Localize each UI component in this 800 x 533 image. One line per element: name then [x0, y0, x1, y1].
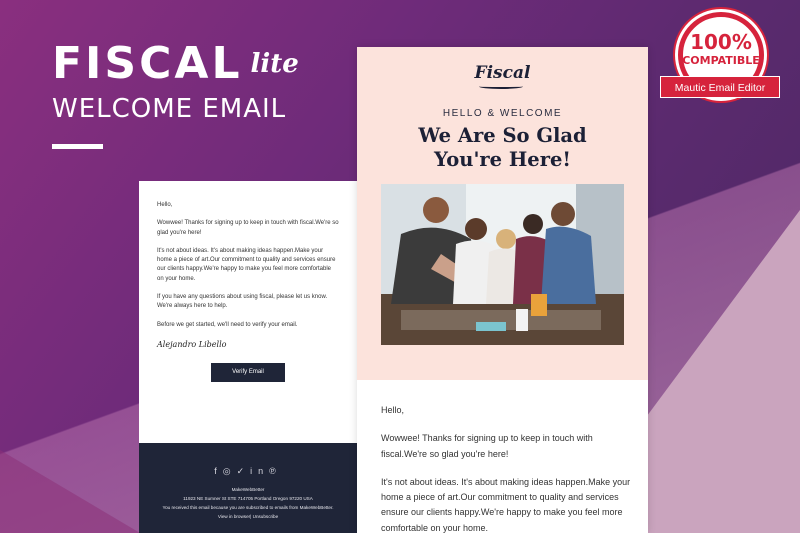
hero-title-line: We Are So Glad — [418, 124, 587, 147]
email-paragraph: It's not about ideas. It's about making … — [157, 247, 336, 282]
email-paragraph: It's not about ideas. It's about making … — [381, 476, 631, 533]
twitter-icon[interactable]: ✓ — [237, 466, 251, 476]
fiscal-logo: Fiscal — [474, 63, 531, 83]
footer-links[interactable]: View in browser| Unsubscribe — [139, 514, 357, 519]
email-paragraph: Wowwee! Thanks for signing up to keep in… — [381, 433, 593, 459]
email-paragraph: If you have any questions about using fi… — [157, 294, 328, 310]
email-preview-plain: Hello, Wowwee! Thanks for signing up to … — [139, 181, 357, 533]
footer-company: MakeWebBetter — [231, 487, 265, 492]
badge-percent: 100% — [690, 30, 752, 54]
email-paragraph: Before we get started, we'll need to ver… — [157, 321, 298, 328]
verify-email-button[interactable]: Verify Email — [211, 362, 285, 382]
brand-edition: lite — [250, 49, 299, 79]
brand-divider — [52, 144, 103, 149]
compatibility-badge: 100% COMPATIBLE Mautic Email Editor — [660, 10, 780, 110]
footer-address: 11923 NE Sumner St STE 714705 Portland O… — [183, 496, 313, 501]
social-icons: f◎✓in℗ — [139, 466, 357, 477]
email-preview-styled: Fiscal HELLO & WELCOME We Are So Glad Yo… — [357, 47, 648, 533]
instagram-icon[interactable]: ◎ — [223, 466, 237, 476]
brand-subtitle: WELCOME EMAIL — [52, 94, 287, 124]
team-photo-illustration — [381, 184, 624, 345]
logo-swoosh — [479, 84, 523, 89]
hello-welcome-label: HELLO & WELCOME — [442, 108, 563, 119]
email-greeting: Hello, — [157, 202, 173, 208]
badge-ribbon: Mautic Email Editor — [660, 76, 780, 98]
email-footer: f◎✓in℗ MakeWebBetter 11923 NE Sumner St … — [139, 443, 357, 533]
signature: Alejandro Libello — [157, 339, 227, 349]
hero-title-line: You're Here! — [434, 148, 571, 171]
facebook-icon[interactable]: f — [214, 466, 223, 476]
footer-notice: You received this email because you are … — [162, 505, 334, 510]
pinterest-icon[interactable]: ℗ — [269, 466, 282, 476]
email-greeting: Hello, — [381, 405, 405, 415]
brand-name: FISCAL — [52, 38, 243, 89]
hero-title: We Are So Glad You're Here! — [357, 124, 648, 172]
linkedin-icon[interactable]: in — [250, 466, 269, 476]
team-photo — [381, 184, 624, 345]
badge-compatible: COMPATIBLE — [682, 54, 760, 67]
email-body: Hello, Wowwee! Thanks for signing up to … — [381, 403, 631, 533]
email-paragraph: Wowwee! Thanks for signing up to keep in… — [157, 220, 339, 236]
brand-heading: FISCAL lite — [52, 38, 299, 89]
